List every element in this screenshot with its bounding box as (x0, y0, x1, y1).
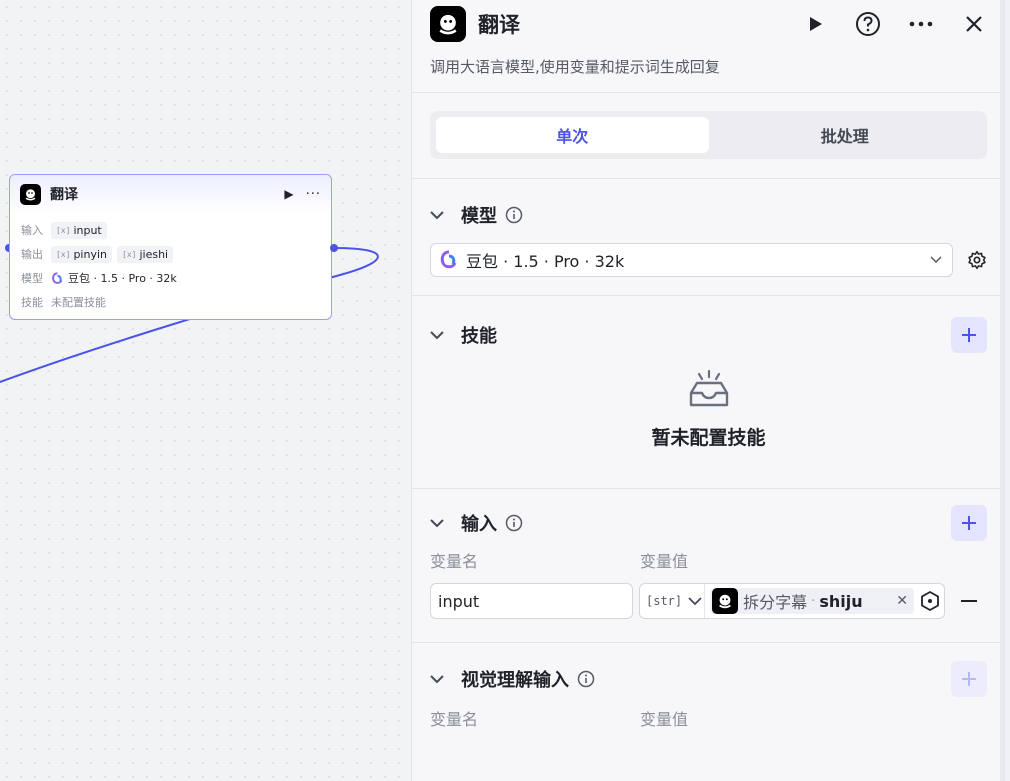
chevron-down-icon[interactable] (430, 674, 450, 684)
doubao-logo-icon (430, 6, 466, 42)
vision-section-title: 视觉理解输入 (461, 670, 569, 691)
model-section: 模型 豆包 · 1.5 · Pro · 32k (412, 179, 1005, 277)
close-icon[interactable] (961, 11, 987, 37)
node-skills-value: 未配置技能 (51, 296, 106, 309)
model-section-title: 模型 (461, 206, 497, 227)
info-icon[interactable] (577, 670, 595, 688)
info-icon[interactable] (505, 206, 523, 224)
chevron-down-icon (930, 256, 942, 264)
node-model-label: 模型 (21, 272, 43, 285)
variable-icon: [x] (56, 225, 71, 235)
connection-edge (0, 247, 379, 383)
node-output-pill: [x] pinyin (51, 245, 113, 263)
doubao-model-icon (440, 250, 457, 269)
target-icon[interactable] (920, 591, 940, 611)
add-input-button[interactable] (951, 505, 987, 541)
doubao-logo-icon (20, 183, 41, 205)
chevron-down-icon[interactable] (430, 330, 450, 340)
input-section-title: 输入 (461, 514, 497, 535)
reference-separator: · (811, 593, 816, 609)
doubao-model-icon (52, 271, 63, 284)
node-input-pill: [x] input (51, 221, 107, 239)
help-icon[interactable] (855, 11, 881, 37)
panel-header: 翻译 (412, 0, 1005, 48)
variable-icon: [x] (122, 249, 137, 259)
info-icon[interactable] (505, 514, 523, 532)
add-skill-button[interactable] (951, 317, 987, 353)
input-variable-row: input [str] 拆分字幕 · shiju ✕ (430, 583, 987, 619)
panel-description: 调用大语言模型,使用变量和提示词生成回复 (412, 48, 1005, 93)
model-select-value: 豆包 · 1.5 · Pro · 32k (466, 252, 625, 271)
model-select[interactable]: 豆包 · 1.5 · Pro · 32k (430, 243, 953, 277)
skills-section: 技能 暂未配置技能 (412, 296, 1005, 450)
settings-icon[interactable] (967, 250, 987, 270)
variable-icon: [x] (56, 249, 71, 259)
clear-reference-icon[interactable]: ✕ (896, 593, 908, 609)
type-tag: [str] (646, 594, 683, 608)
run-mode-tabs: 单次 批处理 (430, 111, 987, 159)
add-vision-input-button[interactable] (951, 661, 987, 697)
more-icon[interactable] (908, 11, 934, 37)
vision-input-section: 视觉理解输入 变量名 变量值 (412, 643, 1005, 733)
workflow-canvas[interactable]: 翻译 ▶ ··· 输入 [x] input 输出 [x] pinyin [x] jie… (0, 0, 411, 781)
node-output-label: 输出 (21, 248, 43, 261)
column-variable-value: 变量值 (640, 552, 689, 571)
node-more-icon[interactable]: ··· (306, 187, 321, 202)
input-section: 输入 变量名 变量值 input [str] 拆分字幕 · shiju ✕ (412, 489, 1005, 619)
panel-scrollbar-track[interactable] (1000, 0, 1005, 781)
node-title: 翻译 (50, 187, 78, 203)
column-variable-value: 变量值 (640, 710, 689, 729)
play-icon[interactable] (802, 11, 828, 37)
chevron-down-icon (688, 596, 702, 605)
variable-value-field: [str] 拆分字幕 · shiju ✕ (639, 583, 945, 619)
chevron-down-icon[interactable] (430, 210, 450, 220)
node-output-port[interactable] (330, 244, 338, 252)
type-select[interactable]: [str] (644, 584, 706, 618)
node-skills-label: 技能 (21, 296, 43, 309)
inbox-icon (687, 369, 731, 413)
panel-title: 翻译 (478, 13, 520, 37)
doubao-logo-icon (712, 588, 739, 614)
node-output-pill: [x] jieshi (117, 245, 174, 263)
remove-variable-icon[interactable] (961, 600, 977, 602)
node-run-icon[interactable]: ▶ (284, 187, 293, 201)
chevron-down-icon[interactable] (430, 518, 450, 528)
node-model-value: 豆包 · 1.5 · Pro · 32k (68, 272, 177, 285)
node-input-label: 输入 (21, 224, 43, 237)
skills-section-title: 技能 (461, 326, 497, 347)
tab-single[interactable]: 单次 (436, 117, 709, 153)
node-config-panel: 翻译 调用大语言模型,使用变量和提示词生成回复 单次 批处理 模型 豆包 · 1… (411, 0, 1005, 781)
reference-source-node: 拆分字幕 (743, 593, 808, 612)
tab-batch[interactable]: 批处理 (709, 117, 982, 153)
llm-node-card[interactable]: 翻译 ▶ ··· 输入 [x] input 输出 [x] pinyin [x] jie… (9, 174, 332, 320)
column-variable-name: 变量名 (430, 552, 479, 571)
skills-empty-state: 暂未配置技能 (430, 369, 987, 450)
variable-reference-tag[interactable]: 拆分字幕 · shiju ✕ (710, 588, 914, 614)
variable-name-input[interactable]: input (430, 583, 633, 619)
reference-variable: shiju (819, 591, 863, 611)
skills-empty-text: 暂未配置技能 (651, 427, 766, 449)
column-variable-name: 变量名 (430, 710, 479, 729)
